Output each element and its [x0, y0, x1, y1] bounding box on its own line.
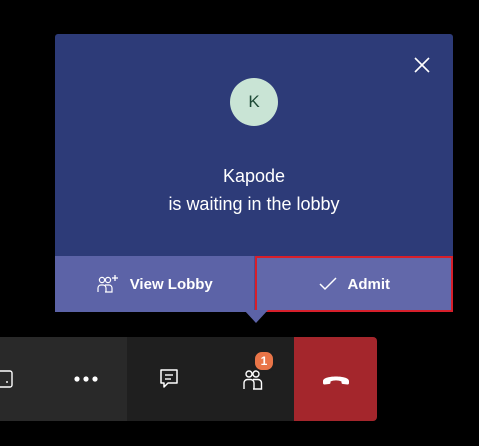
more-actions-button[interactable] [44, 337, 127, 421]
participant-name: Kapode [222, 166, 286, 186]
chat-icon [160, 369, 178, 388]
close-button[interactable] [409, 52, 435, 78]
popup-pointer [244, 310, 268, 323]
lobby-notification: K Kapode is waiting in the lobby View Lo… [55, 34, 453, 312]
view-lobby-button[interactable]: View Lobby [55, 256, 255, 312]
hang-up-button[interactable] [294, 337, 377, 421]
view-lobby-label: View Lobby [129, 275, 213, 293]
waiting-text: is waiting in the lobby [168, 194, 340, 214]
avatar-initial: K [248, 92, 260, 111]
call-control-bar: 1 [0, 337, 377, 421]
participants-button[interactable]: 1 [211, 337, 294, 421]
hang-up-icon [322, 376, 349, 385]
ellipsis-icon [73, 376, 98, 382]
avatar: K [230, 78, 278, 126]
admit-label: Admit [347, 275, 391, 293]
chat-button[interactable] [127, 337, 211, 421]
close-icon [414, 57, 430, 73]
people-add-icon [97, 275, 118, 293]
share-tray-icon [0, 370, 13, 388]
checkmark-icon [318, 277, 337, 291]
share-screen-button[interactable] [0, 337, 44, 421]
participant-count-badge: 1 [253, 350, 275, 372]
lobby-actions: View Lobby Admit [55, 256, 453, 312]
lobby-message: Kapode is waiting in the lobby [55, 162, 453, 218]
admit-button[interactable]: Admit [254, 256, 453, 312]
